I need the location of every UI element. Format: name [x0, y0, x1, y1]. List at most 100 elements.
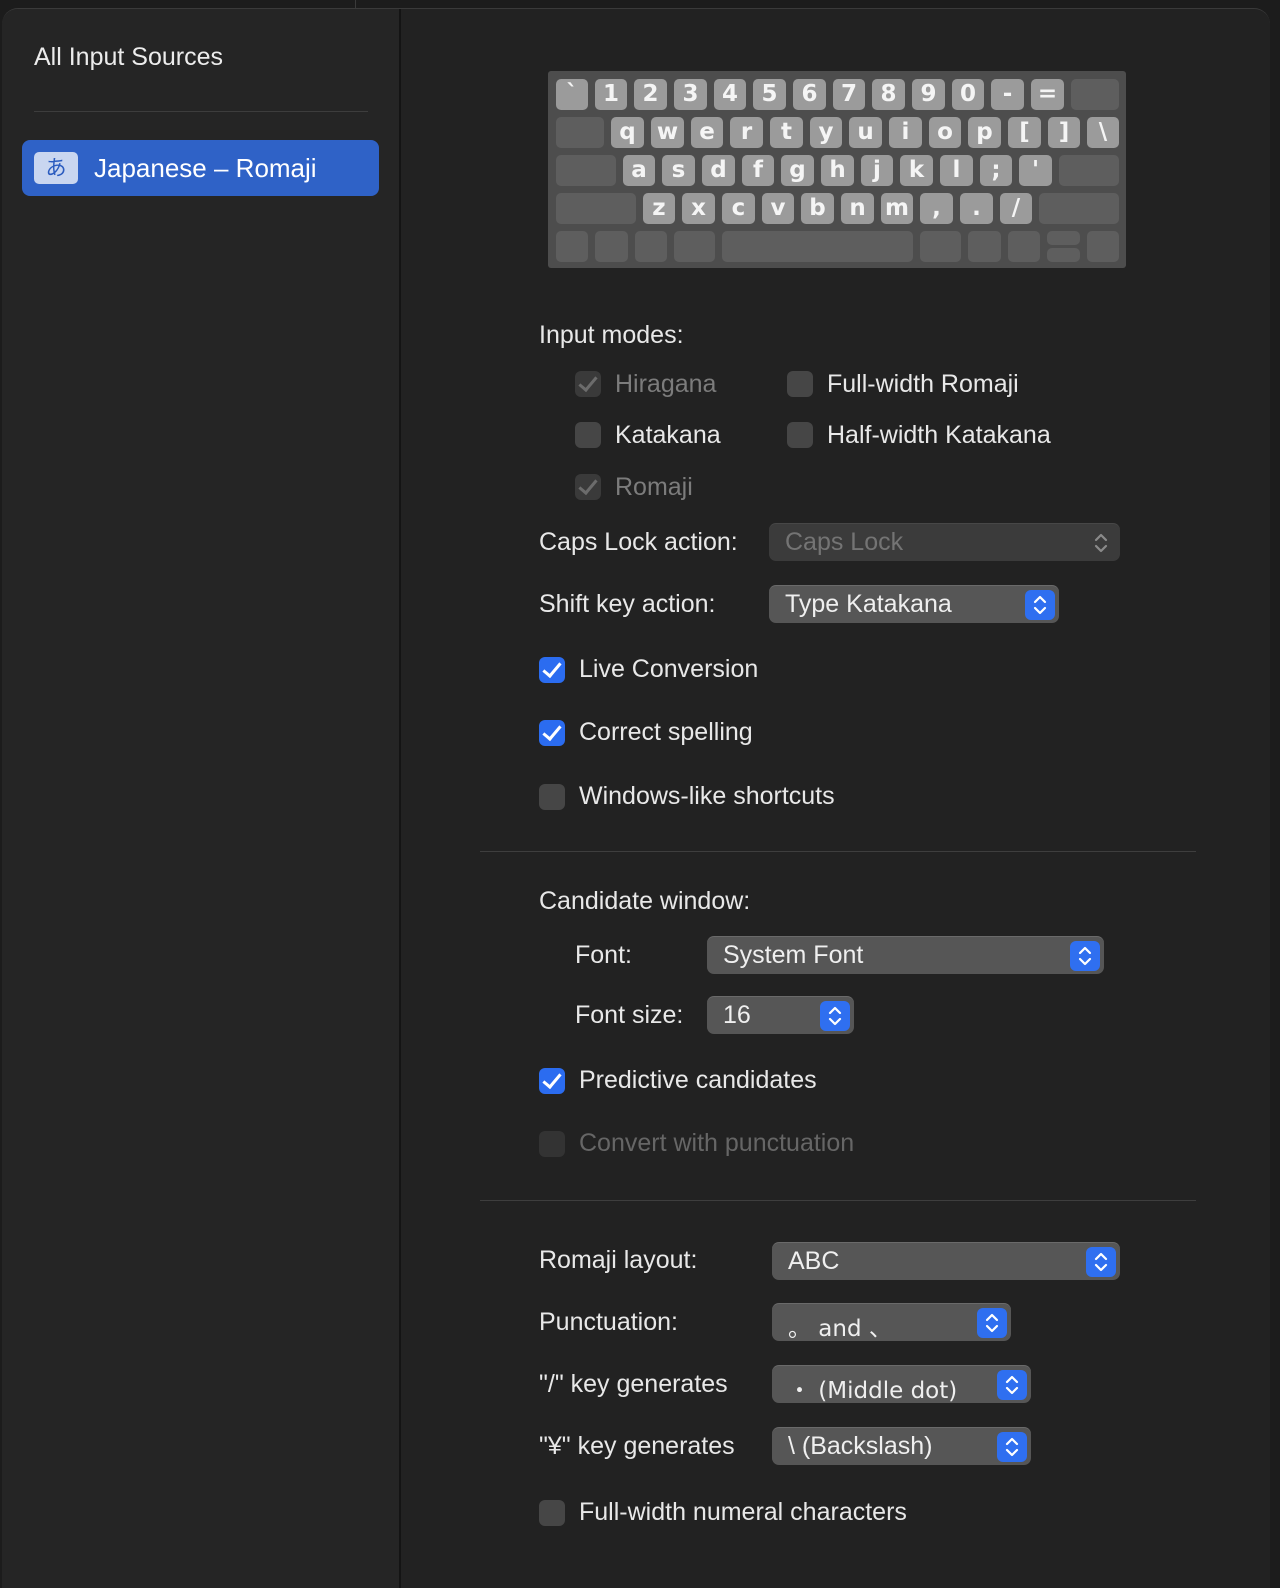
chevron-updown-icon — [997, 1432, 1027, 1462]
caps-lock-label: Caps Lock action: — [539, 528, 738, 556]
key: d — [702, 155, 735, 186]
font-size-popup[interactable]: 16 — [707, 996, 854, 1034]
key: ] — [1048, 117, 1080, 148]
font-value: System Font — [723, 941, 864, 969]
key: u — [849, 117, 882, 148]
left-arrow-key — [1008, 231, 1040, 262]
chevron-updown-icon — [820, 1001, 850, 1031]
tab-key — [556, 117, 604, 148]
left-shift-key — [556, 193, 636, 224]
font-popup[interactable]: System Font — [707, 936, 1104, 974]
key: c — [722, 193, 755, 224]
key: 8 — [872, 79, 905, 110]
key: ' — [1019, 155, 1052, 186]
romaji-checkbox — [575, 474, 601, 500]
predictive-candidates-checkbox[interactable] — [539, 1068, 565, 1094]
slash-key-value: ・ (Middle dot) — [788, 1378, 958, 1404]
halfwidth-katakana-label[interactable]: Half-width Katakana — [827, 421, 1051, 450]
katakana-label[interactable]: Katakana — [615, 421, 721, 450]
convert-punctuation-label: Convert with punctuation — [579, 1129, 855, 1157]
punctuation-label: Punctuation: — [539, 1308, 678, 1336]
control-key — [595, 231, 628, 262]
correct-spelling-checkbox[interactable] — [539, 720, 565, 746]
key: \ — [1087, 117, 1119, 148]
caps-key — [556, 155, 616, 186]
key: r — [730, 117, 763, 148]
caps-lock-value: Caps Lock — [785, 528, 904, 556]
fullwidth-numerals-label[interactable]: Full-width numeral characters — [579, 1498, 907, 1527]
hiragana-checkbox — [575, 371, 601, 397]
key: p — [968, 117, 1001, 148]
correct-spelling-label[interactable]: Correct spelling — [579, 718, 753, 747]
chevron-updown-icon — [1086, 1247, 1116, 1277]
key: / — [1000, 193, 1032, 224]
japanese-input-icon: あ — [34, 152, 78, 184]
fullwidth-numerals-checkbox[interactable] — [539, 1500, 565, 1526]
romaji-layout-label: Romaji layout: — [539, 1246, 698, 1274]
key: 0 — [952, 79, 984, 110]
shift-key-popup[interactable]: Type Katakana — [769, 585, 1059, 623]
chevron-updown-icon — [1025, 590, 1055, 620]
key: 1 — [595, 79, 627, 110]
predictive-candidates-label[interactable]: Predictive candidates — [579, 1066, 817, 1095]
key: 2 — [634, 79, 667, 110]
romaji-layout-value: ABC — [788, 1247, 840, 1275]
key: 3 — [674, 79, 707, 110]
halfwidth-katakana-checkbox[interactable] — [787, 422, 813, 448]
key: f — [742, 155, 774, 186]
space-key — [722, 231, 913, 262]
punctuation-popup[interactable]: 。 and 、 — [772, 1303, 1011, 1342]
sidebar-title: All Input Sources — [34, 43, 223, 71]
key: - — [991, 79, 1024, 110]
chevron-updown-icon — [1086, 528, 1116, 558]
slash-key-popup[interactable]: ・ (Middle dot) — [772, 1365, 1031, 1404]
yen-key-value: \ (Backslash) — [788, 1432, 933, 1460]
sidebar-item-japanese-romaji[interactable]: あ Japanese – Romaji — [22, 140, 379, 196]
candidate-window-label: Candidate window: — [539, 887, 751, 915]
live-conversion-checkbox[interactable] — [539, 657, 565, 683]
key: [ — [1008, 117, 1041, 148]
option-key-right — [968, 231, 1001, 262]
key: 9 — [912, 79, 945, 110]
return-key — [1059, 155, 1119, 186]
katakana-checkbox[interactable] — [575, 422, 601, 448]
hiragana-label: Hiragana — [615, 370, 717, 398]
key: q — [611, 117, 644, 148]
punctuation-value: 。 and 、 — [788, 1316, 892, 1342]
key: = — [1031, 79, 1064, 110]
live-conversion-label[interactable]: Live Conversion — [579, 655, 758, 684]
romaji-label: Romaji — [615, 473, 693, 501]
key: 7 — [833, 79, 865, 110]
key: m — [881, 193, 913, 224]
chevron-updown-icon — [1070, 941, 1100, 971]
key: h — [821, 155, 854, 186]
key: t — [770, 117, 803, 148]
windows-shortcuts-checkbox[interactable] — [539, 784, 565, 810]
delete-key — [1071, 79, 1119, 110]
romaji-layout-popup[interactable]: ABC — [772, 1242, 1120, 1280]
key: x — [682, 193, 715, 224]
shift-key-value: Type Katakana — [785, 590, 952, 618]
key: 6 — [793, 79, 826, 110]
settings-window: All Input Sources あ Japanese – Romaji ` … — [2, 8, 1270, 1588]
section-divider — [480, 1200, 1196, 1201]
key: w — [651, 117, 684, 148]
option-key — [635, 231, 667, 262]
sidebar: All Input Sources あ Japanese – Romaji — [2, 9, 401, 1588]
key: a — [623, 155, 655, 186]
main-panel: ` 1 2 3 4 5 6 7 8 9 0 - = q w e r t y u … — [401, 9, 1270, 1588]
key: 4 — [714, 79, 746, 110]
caps-lock-popup: Caps Lock — [769, 523, 1120, 561]
section-divider — [480, 851, 1196, 852]
fullwidth-romaji-label[interactable]: Full-width Romaji — [827, 370, 1019, 399]
keyboard-layout-preview: ` 1 2 3 4 5 6 7 8 9 0 - = q w e r t y u … — [548, 71, 1126, 268]
fullwidth-romaji-checkbox[interactable] — [787, 371, 813, 397]
font-label: Font: — [575, 941, 632, 969]
down-arrow-key — [1047, 248, 1080, 262]
windows-shortcuts-label[interactable]: Windows-like shortcuts — [579, 782, 835, 811]
sidebar-item-label: Japanese – Romaji — [94, 153, 317, 183]
right-shift-key — [1039, 193, 1119, 224]
key: s — [662, 155, 695, 186]
key: ; — [980, 155, 1012, 186]
yen-key-popup[interactable]: \ (Backslash) — [772, 1427, 1031, 1465]
